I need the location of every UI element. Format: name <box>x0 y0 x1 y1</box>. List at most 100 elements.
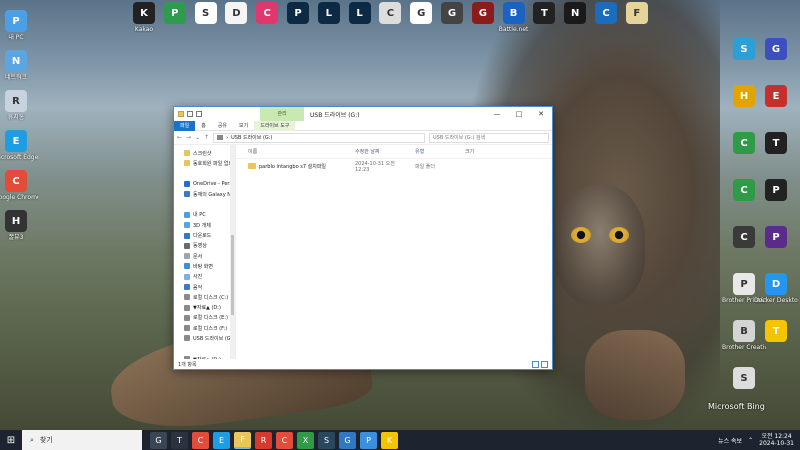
column-name[interactable]: 이름 <box>236 148 343 155</box>
bing-watermark[interactable]: Microsoft Bing <box>708 402 765 411</box>
nav-item-4[interactable]: 동재의 Galaxy Note <box>174 189 235 199</box>
search-input[interactable]: USB 드라이브 (G:) 검색 <box>429 132 549 143</box>
window-title: USB 드라이브 (G:) <box>310 111 360 119</box>
title-bar[interactable]: 관리 USB 드라이브 (G:) — □ ✕ <box>174 107 552 121</box>
desktop-icon-right-7[interactable]: P <box>754 179 798 203</box>
globe-app-icon[interactable]: G <box>339 431 356 449</box>
breadcrumb-drive[interactable]: USB 드라이브 (G:) <box>231 134 272 141</box>
chrome2-icon[interactable]: C <box>276 431 293 449</box>
up-arrow-icon[interactable]: ↑ <box>204 134 209 141</box>
nav-item-5[interactable] <box>174 199 235 209</box>
chevron-up-icon[interactable]: ⌃ <box>748 437 753 444</box>
scrollbar-thumb[interactable] <box>231 235 234 315</box>
game-character-icon[interactable]: G <box>150 431 167 449</box>
details-view-icon[interactable] <box>532 361 539 368</box>
nav-item-13[interactable]: 음악 <box>174 282 235 292</box>
address-bar[interactable]: › USB 드라이브 (G:) <box>213 132 425 143</box>
column-type[interactable]: 유형 <box>403 148 453 155</box>
desktop-icon-right-9[interactable]: P <box>754 226 798 250</box>
desktop-icon-right-5[interactable]: T <box>754 132 798 156</box>
file-explorer-icon[interactable]: F <box>234 431 251 449</box>
edge-icon[interactable]: E <box>213 431 230 449</box>
news-widget[interactable]: 뉴스 속보 <box>718 436 742 445</box>
download-icon <box>184 232 190 239</box>
chip-icon: C <box>733 132 755 154</box>
nav-item-14[interactable]: 로컬 디스크 (C:) <box>174 292 235 302</box>
kakaotalk-icon[interactable]: K <box>381 431 398 449</box>
onedrive-icon <box>184 181 190 188</box>
chevron-down-icon[interactable]: ⌄ <box>195 134 200 141</box>
desktop-icon-left-1[interactable]: N 네트워크 <box>0 50 38 81</box>
chrome-icon[interactable]: C <box>192 431 209 449</box>
desktop-icon-right-14[interactable]: S <box>722 367 766 391</box>
nav-item-3[interactable]: OneDrive - Personal <box>174 179 235 189</box>
docker-icon: D <box>765 273 787 295</box>
close-button[interactable]: ✕ <box>530 107 552 121</box>
tab-drive-tools[interactable]: 드라이브 도구 <box>254 120 296 131</box>
nav-item-0[interactable]: 스크린샷 <box>174 148 235 158</box>
nav-item-label: 3D 개체 <box>193 222 211 229</box>
owl-eye-left <box>571 227 591 243</box>
file-list[interactable]: 이름 수정한 날짜 유형 크기 parblo intangbo s7 설치파일 … <box>236 145 552 359</box>
nav-item-12[interactable]: 사진 <box>174 272 235 282</box>
navigation-pane[interactable]: 스크린샷동호회원 파일 업로드 양식 OneDrive - Personal동재의… <box>174 145 236 359</box>
nav-item-17[interactable]: 로컬 디스크 (F:) <box>174 323 235 333</box>
tab-home[interactable]: 홈 <box>195 121 212 131</box>
nav-item-6[interactable]: 내 PC <box>174 210 235 220</box>
quick-access-toolbar[interactable] <box>174 111 202 117</box>
nav-item-label: USB 드라이브 (G:) <box>193 335 235 342</box>
nav-item-label: 바탕 화면 <box>193 263 213 270</box>
nav-item-18[interactable]: USB 드라이브 (G:) <box>174 333 235 343</box>
task-view-icon[interactable]: T <box>171 431 188 449</box>
properties-icon[interactable] <box>187 111 193 117</box>
file-row[interactable]: parblo intangbo s7 설치파일 2024-10-31 오전 12… <box>236 159 552 173</box>
maximize-button[interactable]: □ <box>508 107 530 121</box>
tab-share[interactable]: 공유 <box>212 121 233 131</box>
new-folder-icon[interactable] <box>196 111 202 117</box>
red-app-icon[interactable]: R <box>255 431 272 449</box>
desktop-icon-right-3[interactable]: E <box>754 85 798 109</box>
nav-item-16[interactable]: 로컬 디스크 (E:) <box>174 313 235 323</box>
nav-item-1[interactable]: 동호회원 파일 업로드 양식 <box>174 158 235 168</box>
tab-view[interactable]: 보기 <box>233 121 254 131</box>
desktop-icon-left-5[interactable]: H 꿀뷰3 <box>0 210 38 241</box>
desktop-icon-left-4[interactable]: C Google Chrome <box>0 170 38 201</box>
wallpaper-owl-head <box>555 185 645 305</box>
column-date-modified[interactable]: 수정한 날짜 <box>343 148 403 155</box>
xbox-icon[interactable]: X <box>297 431 314 449</box>
nav-item-label: 스크린샷 <box>193 150 212 157</box>
nav-item-7[interactable]: 3D 개체 <box>174 220 235 230</box>
manage-context-tab[interactable]: 관리 <box>260 107 304 121</box>
desktop-icon-right-11[interactable]: D Docker Desktop <box>754 273 798 304</box>
desktop-icon-left-2[interactable]: R 휴지통 <box>0 90 38 121</box>
nav-item-9[interactable]: 동영상 <box>174 241 235 251</box>
navigation-scrollbar[interactable] <box>230 145 235 359</box>
nav-item-8[interactable]: 다운로드 <box>174 230 235 240</box>
nav-item-2[interactable] <box>174 169 235 179</box>
column-size[interactable]: 크기 <box>453 148 513 155</box>
desktop-icon-left-3[interactable]: E Microsoft Edge <box>0 130 38 161</box>
desktop-icon-right-1[interactable]: G <box>754 38 798 62</box>
drive-icon <box>184 325 190 332</box>
back-arrow-icon[interactable]: ← <box>177 134 182 141</box>
minimize-button[interactable]: — <box>486 107 508 121</box>
forward-arrow-icon[interactable]: → <box>186 134 191 141</box>
windows-start-icon[interactable]: ⊞ <box>0 430 22 450</box>
nav-item-10[interactable]: 문서 <box>174 251 235 261</box>
nav-item-15[interactable]: ▼자료▲ (D:) <box>174 302 235 312</box>
desktop-icon-right-13[interactable]: T <box>754 320 798 344</box>
clock[interactable]: 오전 12:24 2024-10-31 <box>759 433 794 447</box>
tux-icon: T <box>765 132 787 154</box>
nav-item-19[interactable] <box>174 344 235 354</box>
desktop-icon-top-16[interactable]: F <box>615 2 659 26</box>
taskbar-search[interactable]: ⌕ 찾기 <box>22 430 142 450</box>
large-icons-view-icon[interactable] <box>541 361 548 368</box>
photo2-icon[interactable]: P <box>360 431 377 449</box>
file-explorer-window[interactable]: 관리 USB 드라이브 (G:) — □ ✕ 파일 홈 공유 보기 드라이브 도… <box>173 106 553 370</box>
desktop-icon-left-0[interactable]: P 내 PC <box>0 10 38 41</box>
tab-file[interactable]: 파일 <box>174 120 196 131</box>
desktop-icon-label: Kakao <box>134 26 154 33</box>
desktop-icon-label: 내 PC <box>8 34 24 41</box>
steam-icon[interactable]: S <box>318 431 335 449</box>
nav-item-11[interactable]: 바탕 화면 <box>174 261 235 271</box>
